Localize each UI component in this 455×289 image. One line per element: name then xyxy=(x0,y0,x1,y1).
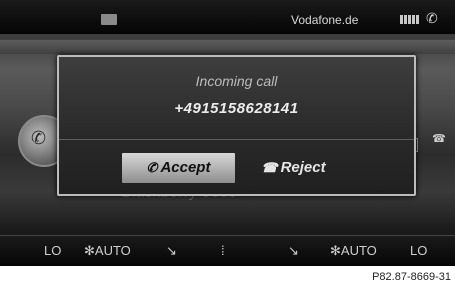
fan-icon: ✻ xyxy=(84,243,95,258)
reject-label: Reject xyxy=(280,159,326,176)
caller-number: +4915158628141 xyxy=(174,100,299,117)
figure-caption: P82.87-8669-31 xyxy=(372,271,451,283)
carrier-name: Vodafone.de xyxy=(291,13,359,27)
right-temperature[interactable]: LO xyxy=(410,243,427,258)
phone-handset-icon: ✆ xyxy=(31,128,47,148)
end-call-icon: ☎ xyxy=(432,133,446,145)
signal-bars-icon xyxy=(400,15,419,24)
reject-button[interactable]: ☎ Reject xyxy=(237,153,350,183)
left-fan-label: AUTO xyxy=(94,243,131,258)
fan-icon: ✻ xyxy=(330,243,341,258)
left-fan-auto[interactable]: ✻AUTO xyxy=(84,243,131,259)
dialog-divider xyxy=(59,139,414,140)
background-bar xyxy=(0,40,455,54)
left-airflow-icon[interactable]: ↘ xyxy=(166,243,177,259)
dialog-title: Incoming call xyxy=(195,73,278,89)
right-airflow-icon[interactable]: ↘ xyxy=(288,243,299,259)
hang-up-icon: ☎ xyxy=(261,160,278,175)
right-fan-label: AUTO xyxy=(340,243,377,258)
phone-icon: ✆ xyxy=(426,10,438,26)
accept-button[interactable]: ✆ Accept xyxy=(122,153,235,183)
center-vent-icon[interactable]: ⁞ xyxy=(221,243,225,258)
status-bar: Vodafone.de ✆ xyxy=(0,0,455,34)
climate-bar: LO ✻AUTO ↘ ⁞ ↘ ✻AUTO LO xyxy=(0,235,455,266)
head-unit-screen: Vodafone.de ✆ ✆ ☎ Blackberry 9800 Incomi… xyxy=(0,0,455,266)
incoming-call-dialog: Incoming call +4915158628141 ✆ Accept ☎ Re… xyxy=(57,55,416,196)
message-icon xyxy=(101,14,117,25)
accept-label: Accept xyxy=(160,159,211,176)
phone-handset-icon: ✆ xyxy=(146,160,158,175)
right-fan-auto[interactable]: ✻AUTO xyxy=(330,243,377,259)
left-temperature[interactable]: LO xyxy=(44,243,61,258)
